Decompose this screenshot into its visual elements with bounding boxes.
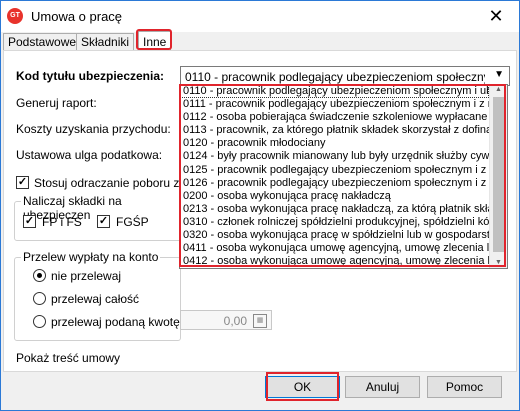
- kod-label: Kod tytułu ubezpieczenia:: [16, 69, 165, 83]
- app-logo-icon: GT: [7, 8, 23, 24]
- dropdown-item[interactable]: 0120 - pracownik młodociany: [180, 137, 489, 150]
- dropdown-item[interactable]: 0411 - osoba wykonująca umowę agencyjną,…: [180, 242, 489, 255]
- dropdown-item[interactable]: 0200 - osoba wykonująca pracę nakładczą: [180, 190, 489, 203]
- dropdown-item[interactable]: 0126 - pracownik podlegający ubezpieczen…: [180, 177, 489, 190]
- fgsp-label: FGŚP: [116, 215, 149, 229]
- pokaz-umowy-label: Pokaż treść umowy: [16, 351, 121, 365]
- kod-combobox[interactable]: 0110 - pracownik podlegający ubezpieczen…: [180, 66, 510, 86]
- scroll-down-icon[interactable]: ▼: [490, 258, 507, 268]
- skladki-group: Naliczaj składki na ubezpieczen ✓ FP i F…: [14, 194, 186, 241]
- dropdown-items: 0110 - pracownik podlegający ubezpieczen…: [180, 85, 489, 268]
- fgsp-checkbox[interactable]: ✓: [97, 215, 110, 228]
- dropdown-item[interactable]: 0113 - pracownik, za którego płatnik skł…: [180, 124, 489, 137]
- dropdown-item[interactable]: 0112 - osoba pobierająca świadczenie szk…: [180, 111, 489, 124]
- kwota-value: 0,00: [223, 314, 247, 328]
- scrollbar-thumb[interactable]: [493, 97, 504, 252]
- tab-skladniki[interactable]: Składniki: [76, 33, 135, 51]
- close-icon[interactable]: ✕: [473, 1, 519, 32]
- kod-dropdown-list[interactable]: 0110 - pracownik podlegający ubezpieczen…: [179, 84, 508, 269]
- dropdown-scrollbar[interactable]: ▲ ▼: [489, 85, 507, 268]
- tab-highlight-annotation: [136, 29, 172, 50]
- radio-nie-label: nie przelewaj: [51, 269, 122, 283]
- radio-nie-przelewaj[interactable]: [33, 269, 46, 282]
- title-bar[interactable]: GT Umowa o pracę ✕: [1, 1, 519, 32]
- radio-przelewaj-kwote[interactable]: [33, 315, 46, 328]
- dropdown-item[interactable]: 0310 - członek rolniczej spółdzielni pro…: [180, 216, 489, 229]
- kwota-input[interactable]: 0,00 ▦: [180, 310, 272, 330]
- koszty-label: Koszty uzyskania przychodu:: [16, 122, 171, 136]
- ulga-label: Ustawowa ulga podatkowa:: [16, 148, 163, 162]
- odraczanie-checkbox[interactable]: ✓: [16, 176, 29, 189]
- fp-label: FP i FS: [42, 215, 82, 229]
- odraczanie-label: Stosuj odraczanie poboru zali: [34, 176, 192, 190]
- generuj-label: Generuj raport:: [16, 96, 97, 110]
- przelew-group: Przelew wypłaty na konto nie przelewaj p…: [14, 250, 181, 341]
- dropdown-item[interactable]: 0320 - osoba wykonująca pracę w spółdzie…: [180, 229, 489, 242]
- anuluj-button[interactable]: Anuluj: [345, 376, 420, 398]
- dialog-window: GT Umowa o pracę ✕ Podstawowe Składniki …: [0, 0, 520, 411]
- tab-podstawowe[interactable]: Podstawowe: [3, 33, 82, 51]
- radio-calosc-label: przelewaj całość: [51, 292, 140, 306]
- kod-value: 0110 - pracownik podlegający ubezpieczen…: [185, 70, 485, 84]
- dropdown-item[interactable]: 0125 - pracownik podlegający ubezpieczen…: [180, 164, 489, 177]
- chevron-down-icon[interactable]: ▼: [494, 69, 504, 80]
- przelew-group-title: Przelew wypłaty na konto: [21, 250, 161, 264]
- pomoc-button[interactable]: Pomoc: [427, 376, 502, 398]
- dropdown-item[interactable]: 0124 - były pracownik mianowany lub były…: [180, 150, 489, 163]
- dropdown-item[interactable]: 0412 - osoba wykonująca umowę agencyjną,…: [180, 255, 489, 268]
- scroll-up-icon[interactable]: ▲: [490, 85, 507, 95]
- calculator-icon[interactable]: ▦: [253, 314, 267, 328]
- fp-checkbox[interactable]: ✓: [23, 215, 36, 228]
- window-title: Umowa o pracę: [31, 9, 123, 24]
- radio-kwote-label: przelewaj podaną kwotę: [51, 315, 180, 329]
- ok-highlight-annotation: [266, 372, 339, 401]
- dropdown-item[interactable]: 0110 - pracownik podlegający ubezpieczen…: [180, 85, 489, 99]
- dropdown-item[interactable]: 0213 - osoba wykonująca pracę nakładczą,…: [180, 203, 489, 216]
- radio-przelewaj-calosc[interactable]: [33, 292, 46, 305]
- dropdown-item[interactable]: 0111 - pracownik podlegający ubezpieczen…: [180, 98, 489, 111]
